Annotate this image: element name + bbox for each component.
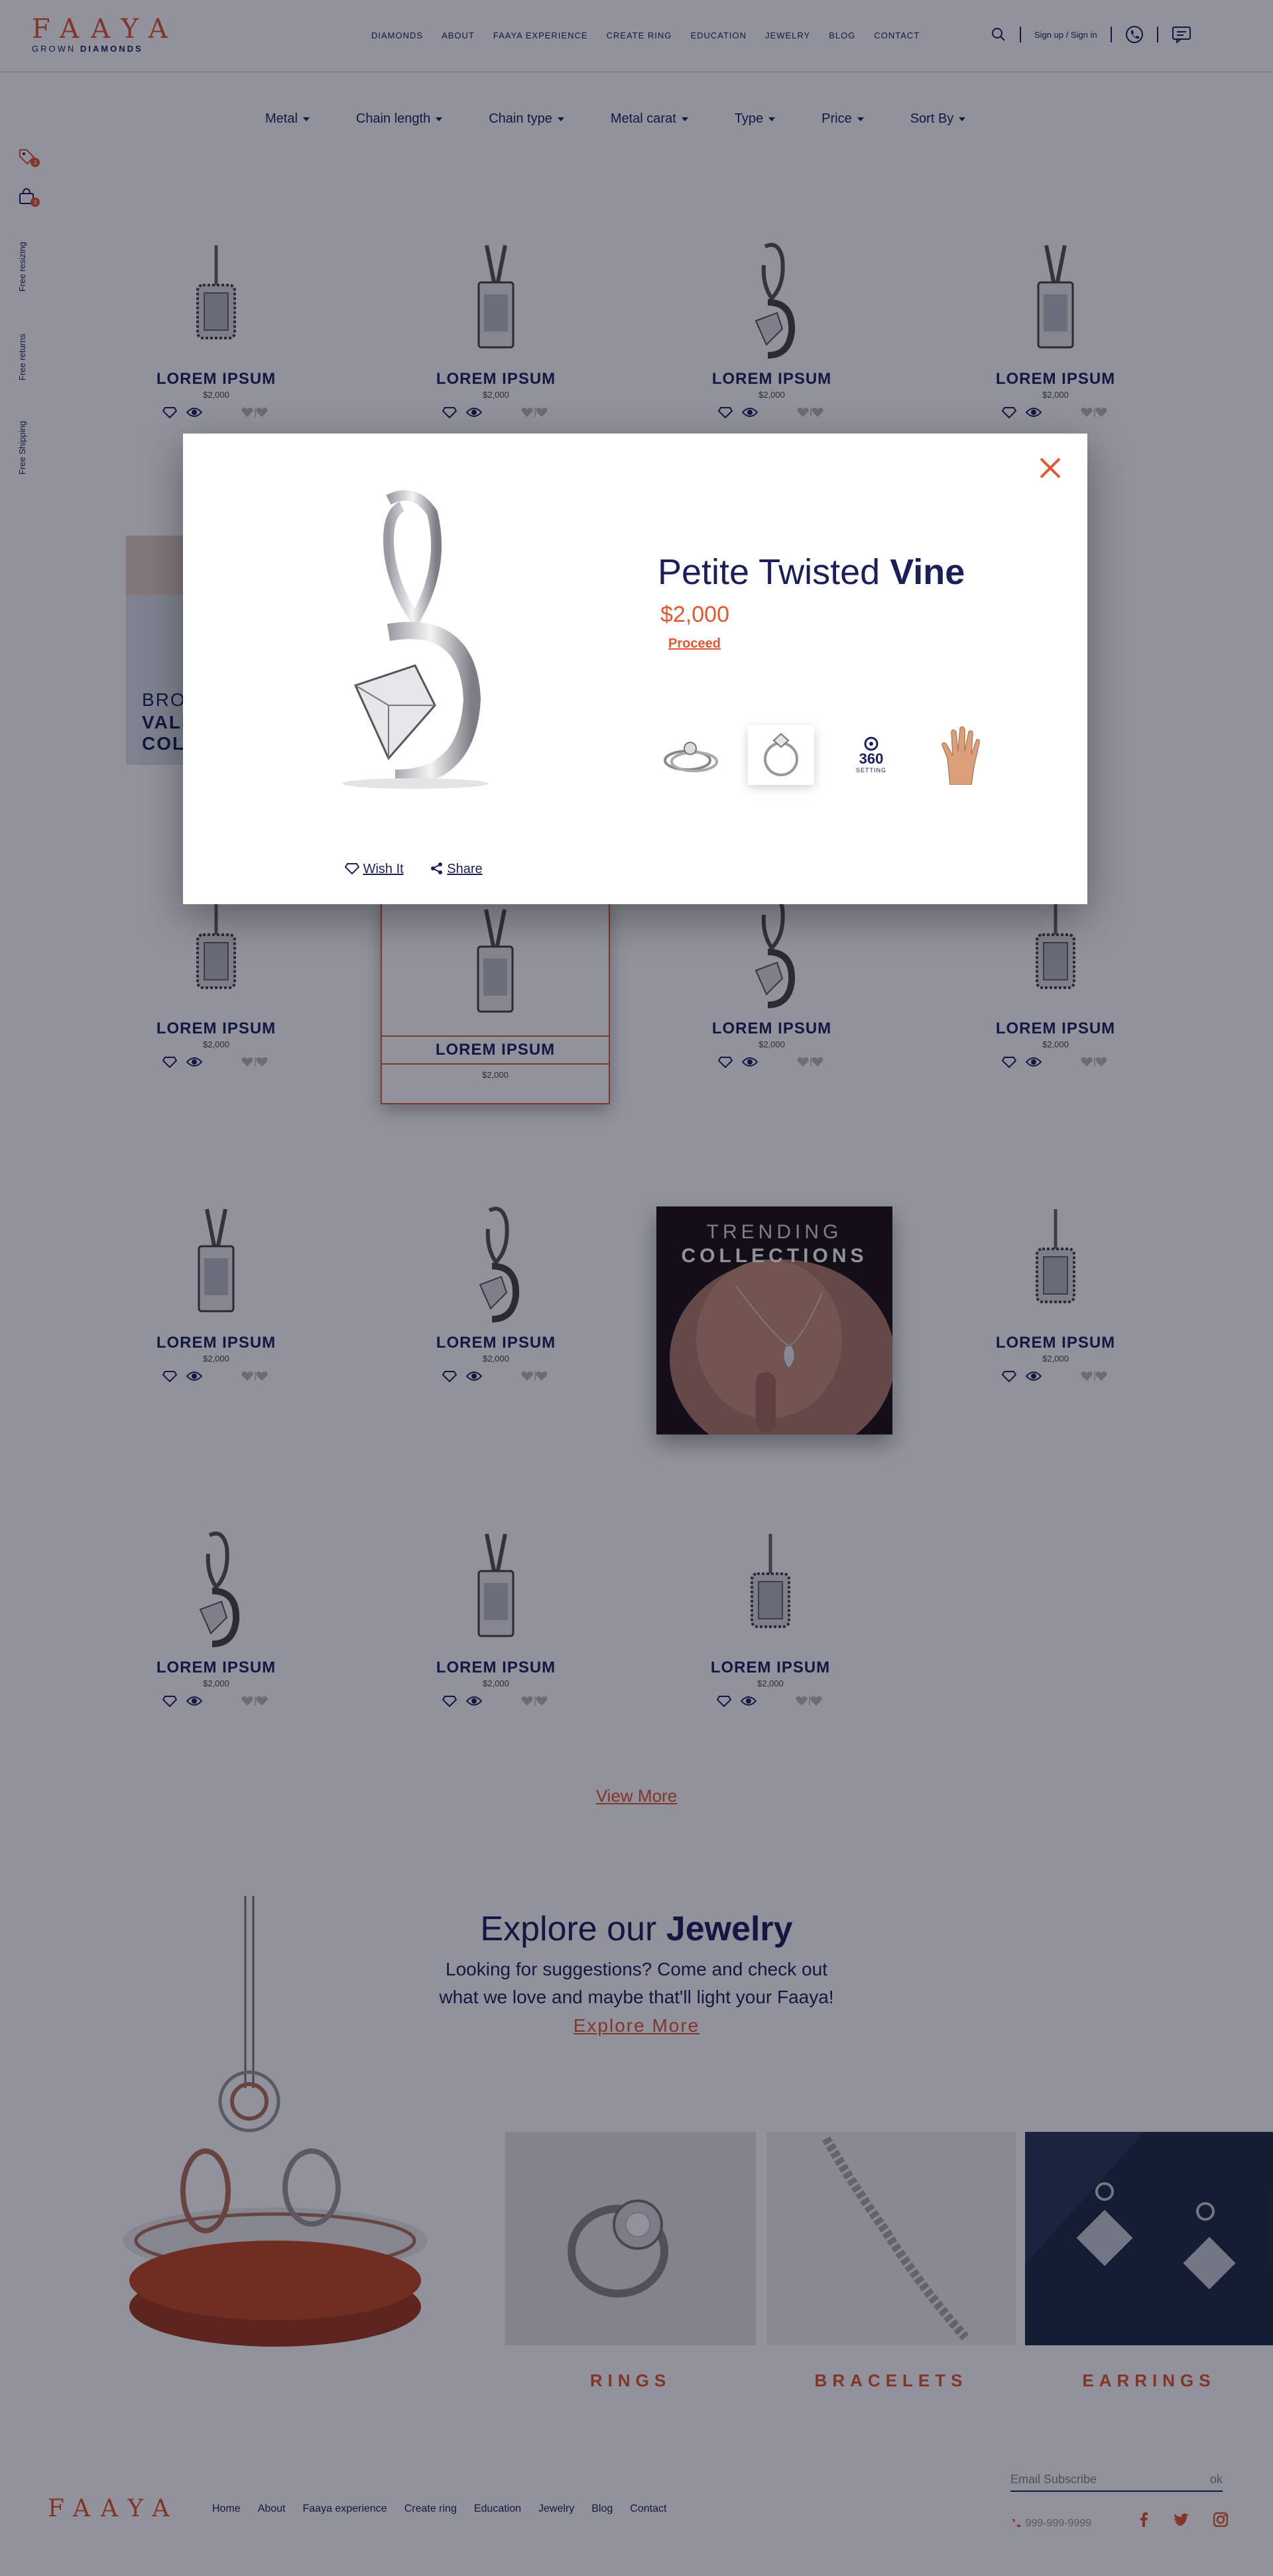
product-title: Petite Twisted Vine [658, 552, 965, 593]
quick-view-modal: Petite Twisted Vine $2,000 Proceed 360 S… [183, 434, 1087, 904]
close-icon[interactable] [1036, 453, 1065, 483]
product-main-image [342, 490, 488, 789]
proceed-button[interactable]: Proceed [668, 636, 721, 652]
ring-side-icon [764, 732, 798, 776]
product-title-1: Petite Twisted [658, 552, 880, 592]
view-options: 360 SETTING [658, 725, 995, 785]
wish-it-button[interactable]: Wish It [344, 862, 404, 877]
view-option-hand[interactable] [928, 725, 995, 785]
product-title-2: Vine [890, 552, 965, 592]
hand-icon [941, 726, 980, 785]
modal-backdrop[interactable] [0, 0, 1273, 2576]
product-price: $2,000 [660, 602, 729, 627]
diamond-heart-icon [344, 863, 360, 875]
view-option-side[interactable] [748, 725, 814, 785]
share-button[interactable]: Share [430, 862, 483, 877]
setting-label: SETTING [855, 767, 886, 774]
wish-it-label: Wish It [363, 862, 404, 876]
modal-actions: Wish It Share [344, 862, 483, 877]
view-option-360[interactable]: 360 SETTING [838, 725, 904, 785]
setting-360-text: 360 [859, 750, 884, 767]
ring-set-icon [664, 742, 718, 772]
rotate-icon [864, 736, 879, 751]
share-label: Share [447, 862, 483, 876]
view-option-set[interactable] [658, 725, 724, 785]
share-icon [430, 862, 442, 874]
